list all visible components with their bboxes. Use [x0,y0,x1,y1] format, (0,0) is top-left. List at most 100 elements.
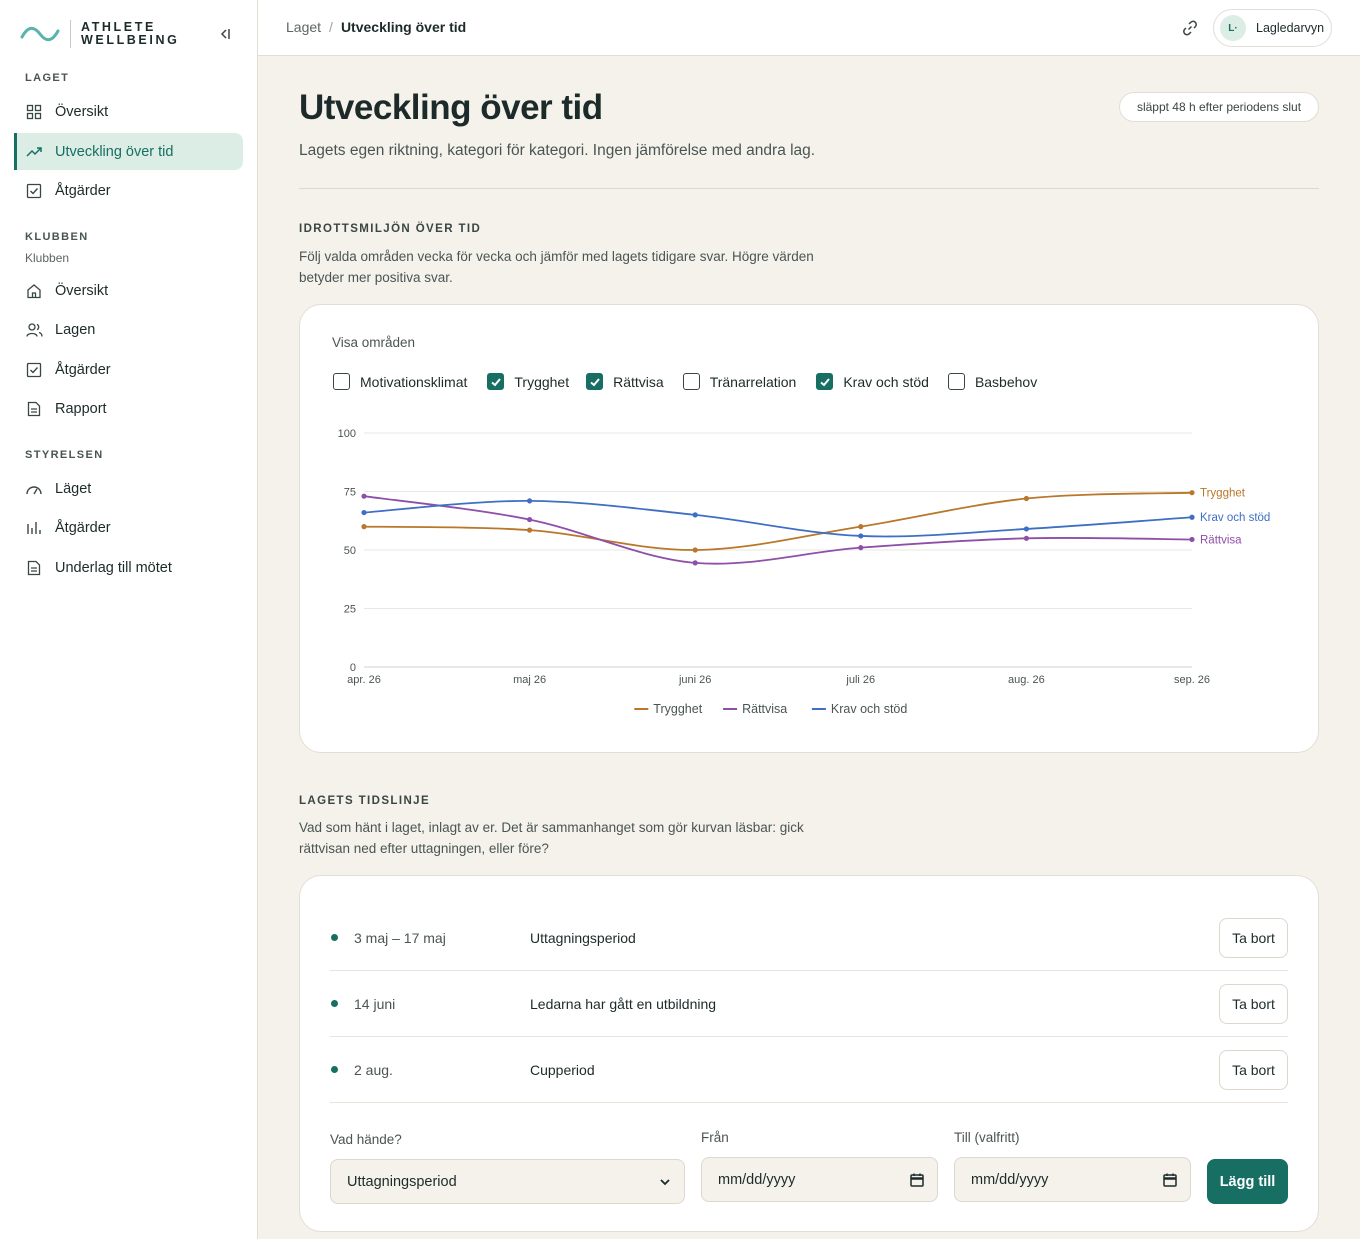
data-point [527,516,533,523]
timeline-card: 3 maj – 17 maj Uttagningsperiod Ta bort … [299,875,1319,1232]
trend-up-icon [25,143,43,161]
sidebar-item-utveckling[interactable]: Utveckling över tid [14,133,243,170]
data-point [858,524,864,530]
sidebar: ATHLETE WELLBEING LAGET Översikt Utveckl… [0,0,258,1239]
timeline-row: 2 aug. Cupperiod Ta bort [330,1037,1288,1103]
x-tick-label: maj 26 [513,674,546,686]
sidebar-item-klubben-oversikt[interactable]: Översikt [14,272,243,309]
document-icon [25,559,43,577]
timeline-event: Cupperiod [530,1061,595,1078]
timeline-row: 14 juni Ledarna har gått en utbildning T… [330,971,1288,1037]
series-end-label: Rättvisa [1200,534,1242,546]
sidebar-item-styrelsen-atgarder[interactable]: Åtgärder [14,509,243,546]
release-badge: släppt 48 h efter periodens slut [1119,92,1319,122]
what-select[interactable]: Uttagningsperiod [330,1159,685,1204]
from-date-input[interactable]: mm/dd/yyyy [701,1157,938,1202]
collapse-left-icon [220,29,230,39]
x-tick-label: apr. 26 [347,674,381,686]
add-event-button[interactable]: Lägg till [1207,1159,1288,1204]
sidebar-item-label: Lagen [55,321,96,338]
nav-section-klubben-subtitle: Klubben [25,251,70,265]
sidebar-item-label: Översikt [55,282,109,299]
user-menu-button[interactable]: L· Lagledarvyn [1213,9,1332,47]
series-line [363,499,1193,538]
chart-card: Visa områden Motivationsklimat Trygghet … [299,304,1319,753]
what-label: Vad hände? [330,1132,402,1147]
breadcrumb-current: Utveckling över tid [340,19,467,35]
data-point [527,498,533,504]
x-tick-label: sep. 26 [1174,674,1210,686]
sidebar-item-label: Åtgärder [55,361,111,378]
data-point [1189,514,1195,520]
page-subtitle: Lagets egen riktning, kategori för kateg… [299,142,816,159]
from-date-placeholder: mm/dd/yyyy [718,1171,796,1188]
to-date-placeholder: mm/dd/yyyy [971,1171,1049,1188]
brand-line-2: WELLBEING [81,33,180,47]
timeline-dot [331,934,338,941]
timeline-row: 3 maj – 17 maj Uttagningsperiod Ta bort [330,905,1288,971]
line-chart: 0 25 50 75 100 apr. 26 maj 26 juni 26 juli 26 aug… [338,428,1271,716]
data-point [858,533,864,539]
sidebar-item-rapport[interactable]: Rapport [14,390,243,427]
timeline-dot [331,1066,338,1073]
brand-logo[interactable]: ATHLETE WELLBEING [20,20,179,48]
data-point [1023,535,1029,541]
timeline-date: 14 juni [354,995,396,1012]
y-tick-label: 100 [338,428,356,440]
breadcrumb-laget[interactable]: Laget [286,19,321,35]
data-point [692,547,698,553]
data-point [1023,526,1029,532]
breadcrumb: Laget / Utveckling över tid [286,19,466,35]
logo-divider [70,20,71,48]
data-point [361,493,367,499]
from-label: Från [701,1130,729,1145]
chevron-down-icon [660,1179,670,1186]
nav-section-laget: LAGET [25,72,70,84]
collapse-sidebar-button[interactable] [212,24,236,44]
top-bar: Laget / Utveckling över tid L· Lagledarv… [258,0,1360,56]
sidebar-item-klubben-atgarder[interactable]: Åtgärder [14,351,243,388]
sidebar-item-label: Underlag till mötet [55,559,172,576]
series-line [363,495,1193,565]
calendar-icon [910,1173,924,1187]
timeline-date: 3 maj – 17 maj [354,929,446,946]
nav-section-klubben: KLUBBEN [25,231,89,243]
timeline-heading: LAGETS TIDSLINJE [299,795,431,807]
page-title: Utveckling över tid [299,88,603,127]
y-tick-label: 50 [344,545,356,557]
legend-label: Krav och stöd [831,702,907,716]
data-point [1023,495,1029,502]
users-icon [25,321,43,339]
timeline-date: 2 aug. [354,1061,393,1078]
data-point [527,527,533,533]
gauge-icon [25,480,43,498]
avatar: L· [1220,15,1246,41]
document-icon [25,400,43,418]
y-tick-label: 25 [344,604,356,616]
sidebar-item-laget-oversikt[interactable]: Översikt [14,93,243,130]
copy-link-button[interactable] [1180,18,1200,38]
x-tick-label: juli 26 [845,674,875,686]
data-point [361,509,367,516]
y-tick-label: 75 [344,487,356,499]
nav-section-styrelsen: STYRELSEN [25,449,104,461]
checkbox-icon [25,361,43,379]
to-date-input[interactable]: mm/dd/yyyy [954,1157,1191,1202]
remove-event-button[interactable]: Ta bort [1219,983,1288,1024]
y-tick-label: 0 [350,662,356,674]
sidebar-item-label: Åtgärder [55,182,111,199]
data-point [692,560,698,566]
sidebar-item-underlag[interactable]: Underlag till mötet [14,549,243,586]
remove-event-button[interactable]: Ta bort [1219,917,1288,958]
sidebar-item-lagen[interactable]: Lagen [14,311,243,348]
grid-icon [25,103,43,121]
sidebar-item-laget-atgarder[interactable]: Åtgärder [14,172,243,209]
sidebar-item-label: Rapport [55,400,107,417]
sidebar-item-laget-status[interactable]: Läget [14,470,243,507]
sidebar-item-label: Åtgärder [55,519,111,536]
user-name: Lagledarvyn [1256,21,1325,35]
sidebar-item-label: Översikt [55,103,109,120]
remove-event-button[interactable]: Ta bort [1219,1049,1288,1090]
calendar-icon [1163,1173,1177,1187]
home-icon [25,282,43,300]
